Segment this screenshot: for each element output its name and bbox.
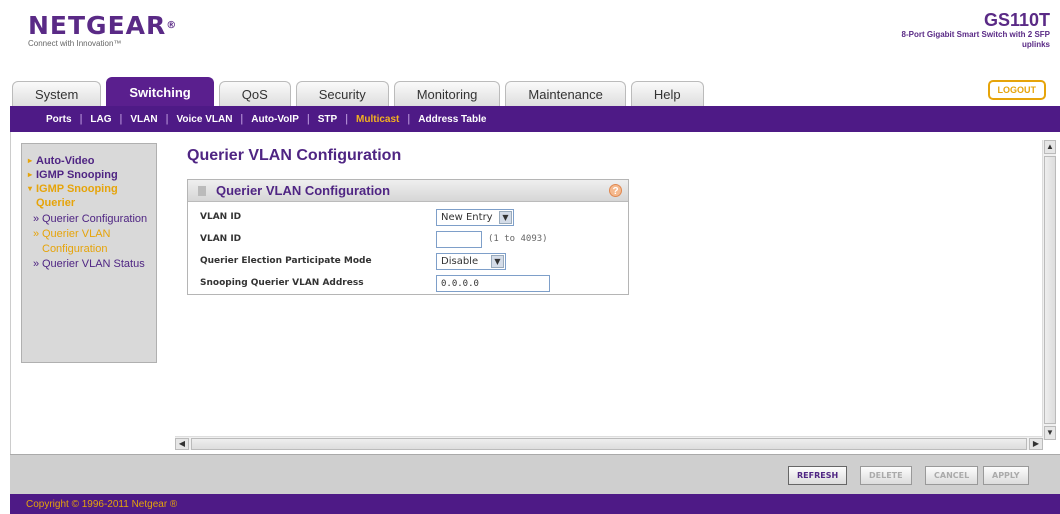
nav-querier-vlan-status[interactable]: » Querier VLAN Status bbox=[28, 257, 150, 272]
querier-mode-value: Disable bbox=[441, 256, 479, 267]
nav-querier-configuration-label: Querier Configuration bbox=[42, 213, 148, 225]
nav-querier-configuration[interactable]: » Querier Configuration bbox=[28, 212, 150, 227]
chevron-down-icon: ▼ bbox=[499, 211, 512, 224]
tab-help[interactable]: Help bbox=[630, 81, 704, 106]
chevron-down-icon: ▼ bbox=[491, 255, 504, 268]
caret-right-icon: ▸ bbox=[28, 170, 33, 179]
browser-frame: NETGEAR® Connect with Innovation™ GS110T… bbox=[0, 0, 1060, 514]
nav-igmp-snooping-querier-label: IGMP Snooping Querier bbox=[36, 183, 118, 209]
sub-navigation: Ports | LAG | VLAN | Voice VLAN | Auto-V… bbox=[10, 106, 1060, 132]
scroll-thumb[interactable] bbox=[191, 438, 1027, 450]
footer: Copyright © 1996-2011 Netgear ® bbox=[10, 494, 1060, 514]
vlan-id-range: (1 to 4093) bbox=[488, 234, 548, 244]
scroll-left-icon[interactable]: ◀ bbox=[175, 438, 189, 450]
tab-monitoring[interactable]: Monitoring bbox=[393, 81, 501, 106]
product-info: GS110T 8-Port Gigabit Smart Switch with … bbox=[900, 10, 1050, 50]
subnav-separator: | bbox=[407, 113, 411, 125]
nav-igmp-snooping[interactable]: ▸ IGMP Snooping bbox=[28, 168, 150, 182]
logout-button[interactable]: LOGOUT bbox=[987, 80, 1046, 100]
panel-header: Querier VLAN Configuration ? bbox=[188, 180, 628, 202]
button-bar: REFRESH DELETE CANCEL APPLY bbox=[10, 454, 1060, 494]
subnav-separator: | bbox=[119, 113, 123, 125]
scroll-down-icon[interactable]: ▼ bbox=[1044, 426, 1056, 440]
page-title: Querier VLAN Configuration bbox=[187, 147, 402, 164]
subnav-separator: | bbox=[306, 113, 310, 125]
apply-button[interactable]: APPLY bbox=[983, 466, 1029, 485]
vlan-id-select-value: New Entry bbox=[441, 212, 493, 223]
tab-security[interactable]: Security bbox=[295, 81, 389, 106]
delete-button[interactable]: DELETE bbox=[860, 466, 912, 485]
caret-down-icon: ▾ bbox=[28, 184, 33, 193]
copyright-text: Copyright © 1996-2011 Netgear ® bbox=[26, 499, 178, 510]
panel-collapse-icon[interactable] bbox=[198, 186, 206, 196]
bullet-icon: » bbox=[33, 258, 40, 270]
config-panel: Querier VLAN Configuration ? VLAN ID New… bbox=[187, 179, 629, 295]
nav-querier-vlan-configuration[interactable]: » Querier VLAN Configuration bbox=[28, 227, 150, 257]
subnav-address-table[interactable]: Address Table bbox=[418, 114, 486, 125]
main-tabs: System Switching QoS Security Monitoring… bbox=[12, 76, 709, 106]
bullet-icon: » bbox=[33, 213, 40, 225]
row-querier-address: Snooping Querier VLAN Address 0.0.0.0 bbox=[188, 275, 628, 295]
row-vlan-id-input: VLAN ID (1 to 4093) bbox=[188, 231, 628, 251]
cancel-button[interactable]: CANCEL bbox=[925, 466, 979, 485]
product-model: GS110T bbox=[983, 10, 1050, 30]
nav-querier-vlan-configuration-label: Querier VLAN Configuration bbox=[42, 228, 111, 255]
scroll-thumb[interactable] bbox=[1044, 156, 1056, 424]
brand-tagline: Connect with Innovation™ bbox=[28, 39, 122, 48]
vlan-id-input-label: VLAN ID bbox=[200, 234, 242, 244]
subnav-auto-voip[interactable]: Auto-VoIP bbox=[251, 114, 299, 125]
brand-mark: ® bbox=[166, 20, 178, 31]
nav-querier-vlan-status-label: Querier VLAN Status bbox=[42, 258, 145, 270]
querier-address-label: Snooping Querier VLAN Address bbox=[200, 278, 364, 288]
subnav-lag[interactable]: LAG bbox=[90, 114, 111, 125]
scroll-right-icon[interactable]: ▶ bbox=[1029, 438, 1043, 450]
subnav-separator: | bbox=[345, 113, 349, 125]
caret-right-icon: ▸ bbox=[28, 156, 33, 165]
brand-name: NETGEAR bbox=[28, 11, 167, 40]
vlan-id-input[interactable] bbox=[436, 231, 482, 248]
subnav-ports[interactable]: Ports bbox=[46, 114, 72, 125]
refresh-button[interactable]: REFRESH bbox=[788, 466, 848, 485]
nav-auto-video[interactable]: ▸ Auto-Video bbox=[28, 154, 150, 168]
querier-address-input[interactable]: 0.0.0.0 bbox=[436, 275, 550, 292]
vlan-id-label: VLAN ID bbox=[200, 212, 242, 222]
subnav-stp[interactable]: STP bbox=[318, 114, 337, 125]
subnav-multicast[interactable]: Multicast bbox=[356, 114, 399, 125]
row-querier-mode: Querier Election Participate Mode Disabl… bbox=[188, 253, 628, 273]
subnav-separator: | bbox=[79, 113, 83, 125]
tab-qos[interactable]: QoS bbox=[218, 81, 291, 106]
content-area: ▸ Auto-Video ▸ IGMP Snooping ▾ IGMP Snoo… bbox=[10, 132, 1060, 454]
vlan-id-select[interactable]: New Entry ▼ bbox=[436, 209, 514, 226]
row-vlan-id-select: VLAN ID New Entry ▼ bbox=[188, 209, 628, 229]
tab-maintenance[interactable]: Maintenance bbox=[505, 81, 626, 106]
nav-auto-video-label: Auto-Video bbox=[36, 155, 95, 167]
product-description: 8-Port Gigabit Smart Switch with 2 SFP u… bbox=[901, 30, 1050, 49]
subnav-vlan[interactable]: VLAN bbox=[130, 114, 157, 125]
netgear-logo: NETGEAR® Connect with Innovation™ bbox=[28, 12, 177, 48]
subnav-separator: | bbox=[240, 113, 244, 125]
tab-system[interactable]: System bbox=[12, 81, 102, 106]
vertical-scrollbar[interactable]: ▲ ▼ bbox=[1042, 140, 1056, 440]
subnav-separator: | bbox=[165, 113, 169, 125]
querier-mode-select[interactable]: Disable ▼ bbox=[436, 253, 506, 270]
tab-switching[interactable]: Switching bbox=[106, 77, 214, 106]
nav-igmp-snooping-label: IGMP Snooping bbox=[36, 169, 118, 181]
bullet-icon: » bbox=[33, 228, 40, 240]
left-navigation: ▸ Auto-Video ▸ IGMP Snooping ▾ IGMP Snoo… bbox=[21, 143, 157, 363]
nav-igmp-snooping-querier[interactable]: ▾ IGMP Snooping Querier bbox=[28, 182, 150, 210]
querier-mode-label: Querier Election Participate Mode bbox=[200, 256, 372, 266]
help-icon[interactable]: ? bbox=[609, 184, 622, 197]
horizontal-scrollbar[interactable]: ◀ ▶ bbox=[175, 436, 1043, 450]
subnav-voice-vlan[interactable]: Voice VLAN bbox=[176, 114, 232, 125]
panel-title: Querier VLAN Configuration bbox=[216, 183, 391, 198]
scroll-up-icon[interactable]: ▲ bbox=[1044, 140, 1056, 154]
